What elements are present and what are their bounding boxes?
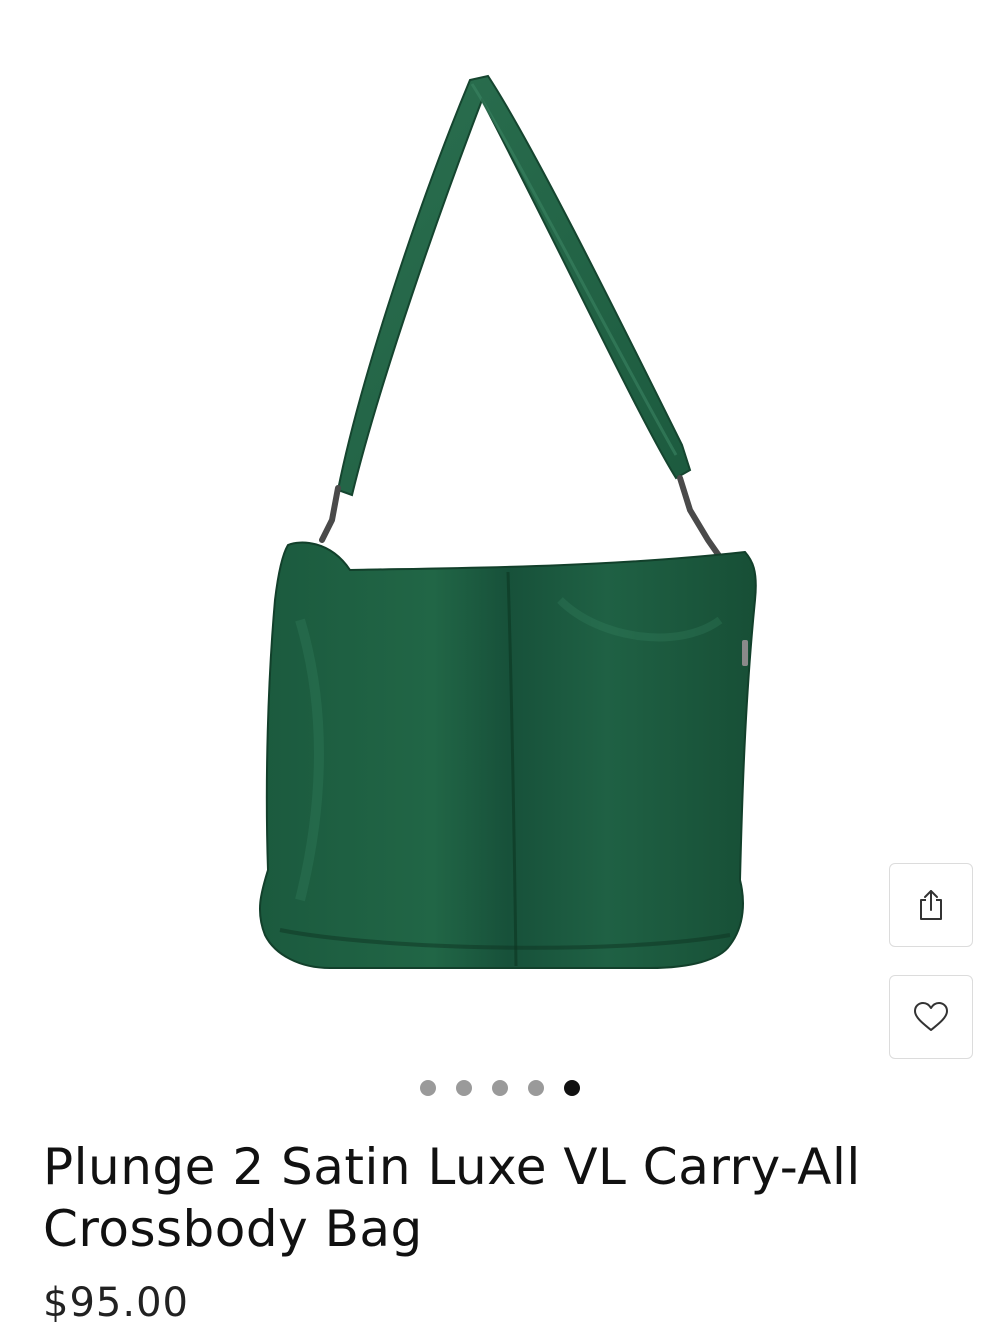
- product-price: $95.00: [43, 1280, 189, 1326]
- gallery-pagination: [0, 1080, 1000, 1096]
- wishlist-button[interactable]: [889, 975, 973, 1059]
- product-page: Plunge 2 Satin Luxe VL Carry-All Crossbo…: [0, 0, 1000, 1333]
- bag-illustration: [259, 74, 757, 969]
- gallery-dot-2[interactable]: [456, 1080, 472, 1096]
- gallery-dot-1[interactable]: [420, 1080, 436, 1096]
- gallery-dot-3[interactable]: [492, 1080, 508, 1096]
- share-icon: [920, 890, 942, 920]
- gallery-dot-5[interactable]: [564, 1080, 580, 1096]
- gallery-dot-4[interactable]: [528, 1080, 544, 1096]
- product-title: Plunge 2 Satin Luxe VL Carry-All Crossbo…: [43, 1138, 861, 1258]
- heart-icon: [914, 1002, 948, 1031]
- share-button[interactable]: [889, 863, 973, 947]
- product-image[interactable]: [0, 0, 1000, 1060]
